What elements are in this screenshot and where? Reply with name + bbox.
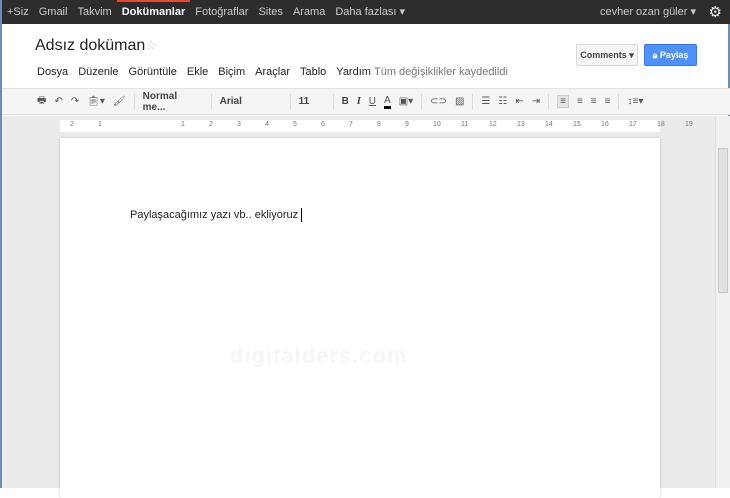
divider xyxy=(548,93,550,110)
nav-photos[interactable]: Fotoğraflar xyxy=(190,0,253,24)
text-cursor xyxy=(301,208,303,222)
comments-button[interactable]: Comments ▾ xyxy=(576,44,638,66)
divider xyxy=(210,93,212,110)
scrollbar-thumb[interactable] xyxy=(718,148,728,293)
menu-tools[interactable]: Araçlar xyxy=(255,66,290,78)
menu-format[interactable]: Biçim xyxy=(218,66,245,78)
italic-button[interactable]: I xyxy=(357,96,361,107)
nav-plus[interactable]: +Siz xyxy=(2,0,34,24)
nav-documents[interactable]: Dokümanlar xyxy=(116,0,191,24)
align-center-icon[interactable]: ≡ xyxy=(577,96,583,107)
menu-view[interactable]: Görüntüle xyxy=(129,66,177,78)
nav-gmail[interactable]: Gmail xyxy=(34,0,73,24)
print-icon[interactable]: 🖶 xyxy=(37,93,46,110)
doc-title[interactable]: Adsız doküman xyxy=(35,37,145,55)
ruler-label: 13 xyxy=(517,121,525,128)
ruler-label: 10 xyxy=(433,121,441,128)
ruler-label: 18 xyxy=(657,121,665,128)
ruler-label: 12 xyxy=(489,121,497,128)
style-select[interactable]: Normal me... xyxy=(143,91,203,113)
ruler-label: 19 xyxy=(685,121,693,128)
gear-icon[interactable]: ⚙ xyxy=(709,3,722,21)
lock-icon: 🔒︎ xyxy=(652,50,660,60)
redo-icon[interactable]: ↷ xyxy=(71,96,79,107)
menu-help[interactable]: Yardım xyxy=(336,66,371,78)
ruler-label: 16 xyxy=(601,121,609,128)
ruler-label: 11 xyxy=(461,121,469,128)
save-status: Tüm değişiklikler kaydedildi xyxy=(374,66,508,78)
link-icon[interactable]: ⊂⊃ xyxy=(430,96,447,107)
bold-button[interactable]: B xyxy=(342,96,349,107)
ruler-label: 5 xyxy=(293,121,297,128)
undo-icon[interactable]: ↶ xyxy=(54,96,62,107)
menu-insert[interactable]: Ekle xyxy=(187,66,208,78)
ruler-label: 14 xyxy=(545,121,553,128)
document-canvas: 2 1 1 2 3 4 5 6 7 8 9 10 11 12 13 14 15 16 17 18 19 digitald… xyxy=(2,116,715,498)
divider xyxy=(618,93,620,110)
toolbar: 🖶 ↶ ↷ 📋︎▾ 🖌︎ Normal me... Arial 11 B I U… xyxy=(2,88,730,115)
ruler-label: 4 xyxy=(265,121,269,128)
line-spacing-icon[interactable]: ↕≡▾ xyxy=(627,96,643,107)
star-icon[interactable]: ☆ xyxy=(145,37,158,54)
vertical-scrollbar[interactable] xyxy=(715,116,730,488)
ruler-label: 9 xyxy=(405,121,409,128)
document-text[interactable]: Paylaşacağımız yazı vb.. ekliyoruz xyxy=(130,208,303,222)
menu-bar: Dosya Düzenle Görüntüle Ekle Biçim Araçl… xyxy=(37,66,381,78)
ruler-label: 2 xyxy=(70,121,74,128)
font-size-select[interactable]: 11 xyxy=(299,96,325,107)
nav-more[interactable]: Daha fazlası ▾ xyxy=(330,0,410,24)
bulleted-list-icon[interactable]: ☷ xyxy=(498,96,507,107)
justify-icon[interactable]: ≡ xyxy=(605,96,611,107)
ruler-label: 1 xyxy=(98,121,102,128)
ruler[interactable]: 2 1 1 2 3 4 5 6 7 8 9 10 11 12 13 14 15 16 17 18 19 xyxy=(60,120,693,132)
ruler-label: 3 xyxy=(237,121,241,128)
top-nav-bar: +Siz Gmail Takvim Dokümanlar Fotoğraflar… xyxy=(2,0,730,24)
user-menu[interactable]: cevher ozan güler ▾ xyxy=(600,0,696,24)
text-color-button[interactable]: A xyxy=(384,95,391,109)
divider xyxy=(332,93,334,110)
menu-table[interactable]: Tablo xyxy=(300,66,326,78)
paste-icon[interactable]: 📋︎▾ xyxy=(87,96,105,107)
ruler-label: 17 xyxy=(629,121,637,128)
align-left-icon[interactable]: ≡ xyxy=(557,95,569,108)
ruler-label: 7 xyxy=(349,121,353,128)
align-right-icon[interactable]: ≡ xyxy=(591,96,597,107)
numbered-list-icon[interactable]: ☰ xyxy=(481,96,490,107)
menu-file[interactable]: Dosya xyxy=(37,66,68,78)
body-text: Paylaşacağımız yazı vb.. ekliyoruz xyxy=(130,208,299,221)
decrease-indent-icon[interactable]: ⇤ xyxy=(515,96,523,107)
image-icon[interactable]: ▨ xyxy=(455,96,464,107)
share-label: Paylaş xyxy=(659,50,689,60)
divider xyxy=(472,93,474,110)
paint-format-icon[interactable]: 🖌︎ xyxy=(113,96,126,107)
highlight-color-icon[interactable]: ▣▾ xyxy=(399,96,413,107)
nav-sites[interactable]: Sites xyxy=(253,0,287,24)
nav-calendar[interactable]: Takvim xyxy=(72,0,116,24)
increase-indent-icon[interactable]: ⇥ xyxy=(532,96,540,107)
share-button[interactable]: 🔒︎ Paylaş xyxy=(644,44,697,66)
underline-button[interactable]: U xyxy=(369,96,376,107)
ruler-label: 6 xyxy=(321,121,325,128)
divider xyxy=(421,93,423,110)
divider xyxy=(133,93,135,110)
divider xyxy=(289,93,291,110)
font-select[interactable]: Arial xyxy=(220,96,282,107)
document-page[interactable]: digitalders.com Paylaşacağımız yazı vb..… xyxy=(60,138,660,498)
ruler-label: 8 xyxy=(377,121,381,128)
ruler-label: 2 xyxy=(209,121,213,128)
nav-search[interactable]: Arama xyxy=(288,0,330,24)
menu-edit[interactable]: Düzenle xyxy=(78,66,118,78)
ruler-label: 1 xyxy=(181,121,185,128)
watermark: digitalders.com xyxy=(230,343,408,368)
ruler-label: 15 xyxy=(573,121,581,128)
